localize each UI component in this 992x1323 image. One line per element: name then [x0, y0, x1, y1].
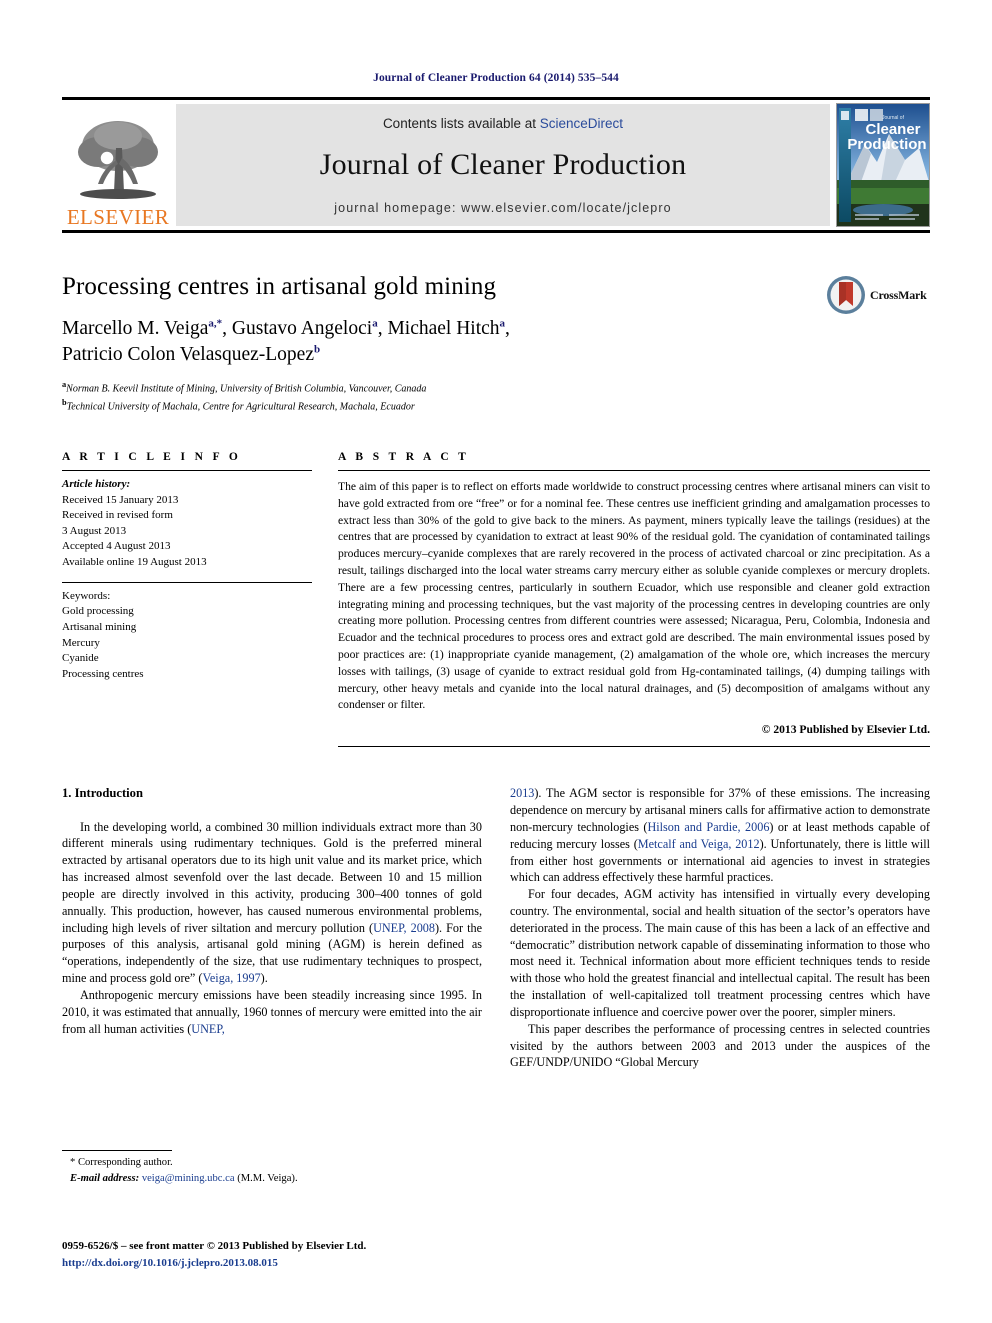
running-head: Journal of Cleaner Production 64 (2014) … — [373, 72, 619, 84]
page-footer: 0959-6526/$ – see front matter © 2013 Pu… — [62, 1238, 366, 1271]
keyword-item: Gold processing — [62, 605, 134, 618]
keyword-item: Processing centres — [62, 667, 144, 680]
keywords-label: Keywords: — [62, 589, 111, 602]
crossmark-icon — [827, 276, 865, 314]
corresponding-author-note: * Corresponding author. — [70, 1157, 173, 1168]
body-columns: 1. Introduction In the developing world,… — [62, 785, 930, 1205]
intro-paragraph-2-continued: 2013). The AGM sector is responsible for… — [510, 785, 930, 886]
author-1: Marcello M. Veiga — [62, 317, 209, 339]
author-separator-3: , — [505, 317, 510, 339]
abstract-copyright: © 2013 Published by Elsevier Ltd. — [761, 723, 930, 737]
citation-veiga-1997[interactable]: Veiga, 1997 — [202, 971, 260, 985]
article-page: Journal of Cleaner Production 64 (2014) … — [0, 0, 992, 1323]
affiliations: aNorman B. Keevil Institute of Mining, U… — [62, 379, 930, 415]
abstract-rule-bottom — [338, 746, 930, 748]
body-column-right: 2013). The AGM sector is responsible for… — [510, 785, 930, 1205]
issn-copyright-line: 0959-6526/$ – see front matter © 2013 Pu… — [62, 1240, 367, 1252]
elsevier-tree-icon — [72, 114, 164, 206]
keywords-block: Keywords: Gold processing Artisanal mini… — [62, 583, 312, 683]
affiliation-b: bTechnical University of Machala, Centre… — [62, 397, 930, 415]
abstract-column: A B S T R A C T The aim of this paper is… — [338, 451, 930, 748]
intro-paragraph-4: This paper describes the performance of … — [510, 1021, 930, 1070]
footnote-block: * Corresponding author. E-mail address: … — [62, 1150, 482, 1187]
author-4: Patricio Colon Velasquez-Lopez — [62, 344, 314, 366]
intro-paragraph-1: In the developing world, a combined 30 m… — [62, 819, 482, 987]
footnote-rule — [62, 1150, 172, 1151]
info-abstract-section: A R T I C L E I N F O Article history: R… — [62, 451, 930, 748]
contents-label: Contents lists available at — [382, 116, 540, 131]
keyword-item: Cyanide — [62, 652, 99, 665]
history-item: Accepted 4 August 2013 — [62, 540, 171, 553]
email-label: E-mail address: — [70, 1172, 140, 1184]
journal-masthead: ELSEVIER Contents lists available at Sci… — [62, 97, 930, 233]
email-note: E-mail address: veiga@mining.ubc.ca (M.M… — [62, 1171, 482, 1187]
svg-text:Production: Production — [847, 136, 926, 153]
keyword-item: Mercury — [62, 636, 100, 649]
elsevier-wordmark: ELSEVIER — [66, 205, 170, 229]
journal-cover-thumbnail: Journal of Cleaner Production — [836, 103, 930, 227]
email-owner: (M.M. Veiga). — [237, 1172, 298, 1184]
title-block: Processing centres in artisanal gold min… — [62, 273, 930, 415]
author-list: Marcello M. Veigaa,*, Gustavo Angelocia,… — [62, 316, 702, 369]
citation-hilson-pardie-2006[interactable]: Hilson and Pardie, 2006 — [647, 820, 769, 834]
email-link[interactable]: veiga@mining.ubc.ca — [142, 1173, 235, 1184]
body-column-left: 1. Introduction In the developing world,… — [62, 785, 482, 1205]
history-item: Received 15 January 2013 — [62, 493, 179, 506]
author-1-affil-marker: a,* — [208, 317, 223, 330]
section-heading-introduction: 1. Introduction — [62, 786, 143, 801]
intro-p1-part-c: ). — [260, 971, 268, 986]
doi-link[interactable]: http://dx.doi.org/10.1016/j.jclepro.2013… — [62, 1255, 366, 1272]
history-item: Received in revised form — [62, 509, 173, 522]
intro-paragraph-3: For four decades, AGM activity has inten… — [510, 887, 930, 1019]
sciencedirect-link[interactable]: ScienceDirect — [540, 116, 623, 131]
article-history: Article history: Received 15 January 201… — [62, 471, 312, 571]
abstract-heading: A B S T R A C T — [338, 451, 470, 464]
author-separator-1: , Gustavo Angeloci — [222, 317, 373, 339]
article-info-heading: A R T I C L E I N F O — [62, 451, 242, 464]
article-info-column: A R T I C L E I N F O Article history: R… — [62, 451, 312, 747]
intro-p1-part-a: In the developing world, a combined 30 m… — [62, 819, 482, 935]
author-separator-2: , Michael Hitch — [377, 317, 500, 339]
citation-unep-2013-start[interactable]: UNEP, — [191, 1022, 225, 1036]
intro-p2-part-a: Anthropogenic mercury emissions have bee… — [62, 987, 482, 1036]
elsevier-logo: ELSEVIER — [62, 100, 174, 230]
intro-paragraph-2: Anthropogenic mercury emissions have bee… — [62, 987, 482, 1037]
history-item: 3 August 2013 — [62, 524, 127, 537]
page-title: Processing centres in artisanal gold min… — [62, 273, 497, 300]
contents-list-line: Contents lists available at ScienceDirec… — [383, 116, 623, 131]
affiliation-a-text: Norman B. Keevil Institute of Mining, Un… — [66, 383, 427, 395]
crossmark-badge[interactable]: CrossMark — [826, 275, 930, 315]
affiliation-b-text: Technical University of Machala, Centre … — [66, 401, 415, 413]
citation-metcalf-veiga-2012[interactable]: Metcalf and Veiga, 2012 — [638, 837, 760, 851]
article-history-label: Article history: — [62, 478, 131, 491]
crossmark-label: CrossMark — [870, 287, 927, 302]
journal-homepage-url[interactable]: journal homepage: www.elsevier.com/locat… — [334, 201, 671, 215]
affiliation-a: aNorman B. Keevil Institute of Mining, U… — [62, 379, 930, 397]
journal-banner: Contents lists available at ScienceDirec… — [176, 104, 830, 226]
author-4-affil-marker: b — [314, 343, 321, 356]
citation-unep-2008[interactable]: UNEP, 2008 — [373, 921, 435, 935]
citation-unep-2013-end[interactable]: 2013 — [510, 786, 534, 800]
journal-cover-art: Journal of Cleaner Production — [837, 104, 929, 226]
journal-title: Journal of Cleaner Production — [319, 148, 687, 181]
abstract-text: The aim of this paper is to reflect on e… — [338, 480, 930, 712]
keyword-item: Artisanal mining — [62, 620, 137, 633]
history-item: Available online 19 August 2013 — [62, 556, 207, 569]
